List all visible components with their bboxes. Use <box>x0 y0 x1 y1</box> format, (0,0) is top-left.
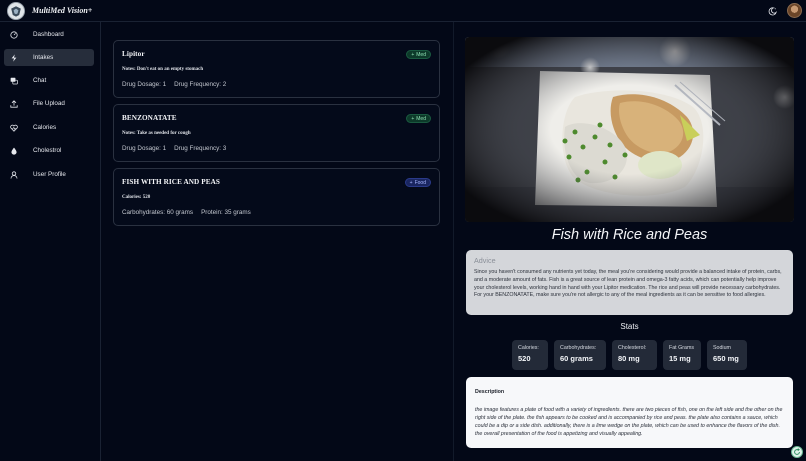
top-bar: MultiMed Vision+ <box>0 0 806 22</box>
app-title: MultiMed Vision+ <box>32 6 93 15</box>
stat-value: 650 mg <box>713 354 739 363</box>
drop-icon <box>10 147 18 155</box>
stat-cholesterol: Cholesterol: 80 mg <box>612 340 657 370</box>
sidebar-item-label: User Profile <box>33 171 66 178</box>
stat-value: 80 mg <box>618 354 640 363</box>
intake-note: Notes: Don't eat on an empty stomach <box>122 67 204 72</box>
badge-label: Food <box>414 179 426 186</box>
intake-note: Notes: Take as needed for cough <box>122 131 191 136</box>
description-heading: Description <box>475 389 505 395</box>
med-badge: + Med <box>406 50 431 59</box>
stat-label: Fat Grams <box>669 345 695 351</box>
intake-stat: Drug Frequency: 3 <box>174 145 227 152</box>
intake-stat: Drug Dosage: 1 <box>122 145 167 152</box>
intake-stat: Drug Dosage: 1 <box>122 81 167 88</box>
sidebar-item-label: Calories <box>33 124 57 131</box>
intake-card-benzonatate[interactable]: BENZONATATE + Med Notes: Take as needed … <box>113 104 440 162</box>
heart-icon <box>10 124 18 132</box>
stats-heading: Stats <box>620 322 639 331</box>
sidebar-item-label: Cholestrol <box>33 147 62 154</box>
stat-value: 15 mg <box>669 354 691 363</box>
description-text: the image features a plate of food with … <box>475 407 783 437</box>
intake-title: BENZONATATE <box>122 114 177 122</box>
stat-label: Calories: <box>518 345 539 351</box>
stat-carbohydrates: Carbohydrates: 60 grams <box>554 340 606 370</box>
intake-title: FISH WITH RICE AND PEAS <box>122 178 221 186</box>
badge-label: Med <box>416 51 426 58</box>
plus-icon: + <box>409 179 413 186</box>
sidebar-item-cholestrol[interactable]: Cholestrol <box>4 142 94 159</box>
stat-calories: Calories: 520 <box>512 340 548 370</box>
food-badge: + Food <box>404 178 431 187</box>
sidebar-item-calories[interactable]: Calories <box>4 119 94 136</box>
stat-label: Carbohydrates: <box>560 345 597 351</box>
stat-sodium: Sodium 650 mg <box>707 340 747 370</box>
user-icon <box>10 170 18 179</box>
intake-card-lipitor[interactable]: Lipitor + Med Notes: Don't eat on an emp… <box>113 40 440 98</box>
column-divider <box>453 22 454 461</box>
advice-panel: Advice Since you haven't consumed any nu… <box>466 250 793 315</box>
stat-value: 520 <box>518 354 531 363</box>
med-badge: + Med <box>406 114 431 123</box>
stat-fat-grams: Fat Grams 15 mg <box>663 340 701 370</box>
sidebar-item-user-profile[interactable]: User Profile <box>4 166 94 183</box>
intake-stat: Protein: 35 grams <box>201 209 251 216</box>
intake-stats: Carbohydrates: 60 grams Protein: 35 gram… <box>122 209 251 216</box>
sidebar-item-label: File Upload <box>33 100 65 107</box>
sidebar-item-file-upload[interactable]: File Upload <box>4 95 94 112</box>
advice-heading: Advice <box>474 256 496 265</box>
advice-text: Since you haven't consumed any nutrients… <box>474 269 782 299</box>
theme-toggle-icon[interactable] <box>765 4 779 18</box>
sidebar-item-intakes[interactable]: Intakes <box>4 49 94 66</box>
intake-card-fish-with-rice-and-peas[interactable]: FISH WITH RICE AND PEAS + Food Calories:… <box>113 168 440 226</box>
intake-title: Lipitor <box>122 50 145 58</box>
plus-icon: + <box>411 51 415 58</box>
stat-label: Cholesterol: <box>618 345 647 351</box>
sidebar-item-label: Chat <box>33 77 47 84</box>
intake-stat: Drug Frequency: 2 <box>174 81 227 88</box>
stat-value: 60 grams <box>560 354 593 363</box>
intake-stats: Drug Dosage: 1 Drug Frequency: 3 <box>122 145 226 152</box>
stat-label: Sodium <box>713 345 731 351</box>
badge-label: Med <box>416 115 426 122</box>
intake-stats: Drug Dosage: 1 Drug Frequency: 2 <box>122 81 226 88</box>
user-avatar[interactable] <box>787 3 802 18</box>
intake-stat: Carbohydrates: 60 grams <box>122 209 194 216</box>
dish-title: Fish with Rice and Peas <box>551 227 708 243</box>
sidebar-item-chat[interactable]: Chat <box>4 72 94 89</box>
bolt-icon <box>10 53 18 62</box>
plus-icon: + <box>411 115 415 122</box>
refresh-icon[interactable] <box>791 446 803 458</box>
description-panel: Description the image features a plate o… <box>466 377 793 448</box>
intake-note: Calories: 520 <box>122 195 151 200</box>
sidebar-item-dashboard[interactable]: Dashboard <box>4 26 94 43</box>
sidebar-item-label: Dashboard <box>33 31 64 38</box>
chat-icon <box>10 77 18 85</box>
upload-icon <box>10 99 18 108</box>
app-logo-icon[interactable] <box>7 2 25 20</box>
sidebar-item-label: Intakes <box>33 54 54 61</box>
sidebar: Dashboard Intakes Chat File Upload Calor… <box>0 22 101 461</box>
food-photo <box>465 37 794 222</box>
dashboard-icon <box>10 30 18 39</box>
